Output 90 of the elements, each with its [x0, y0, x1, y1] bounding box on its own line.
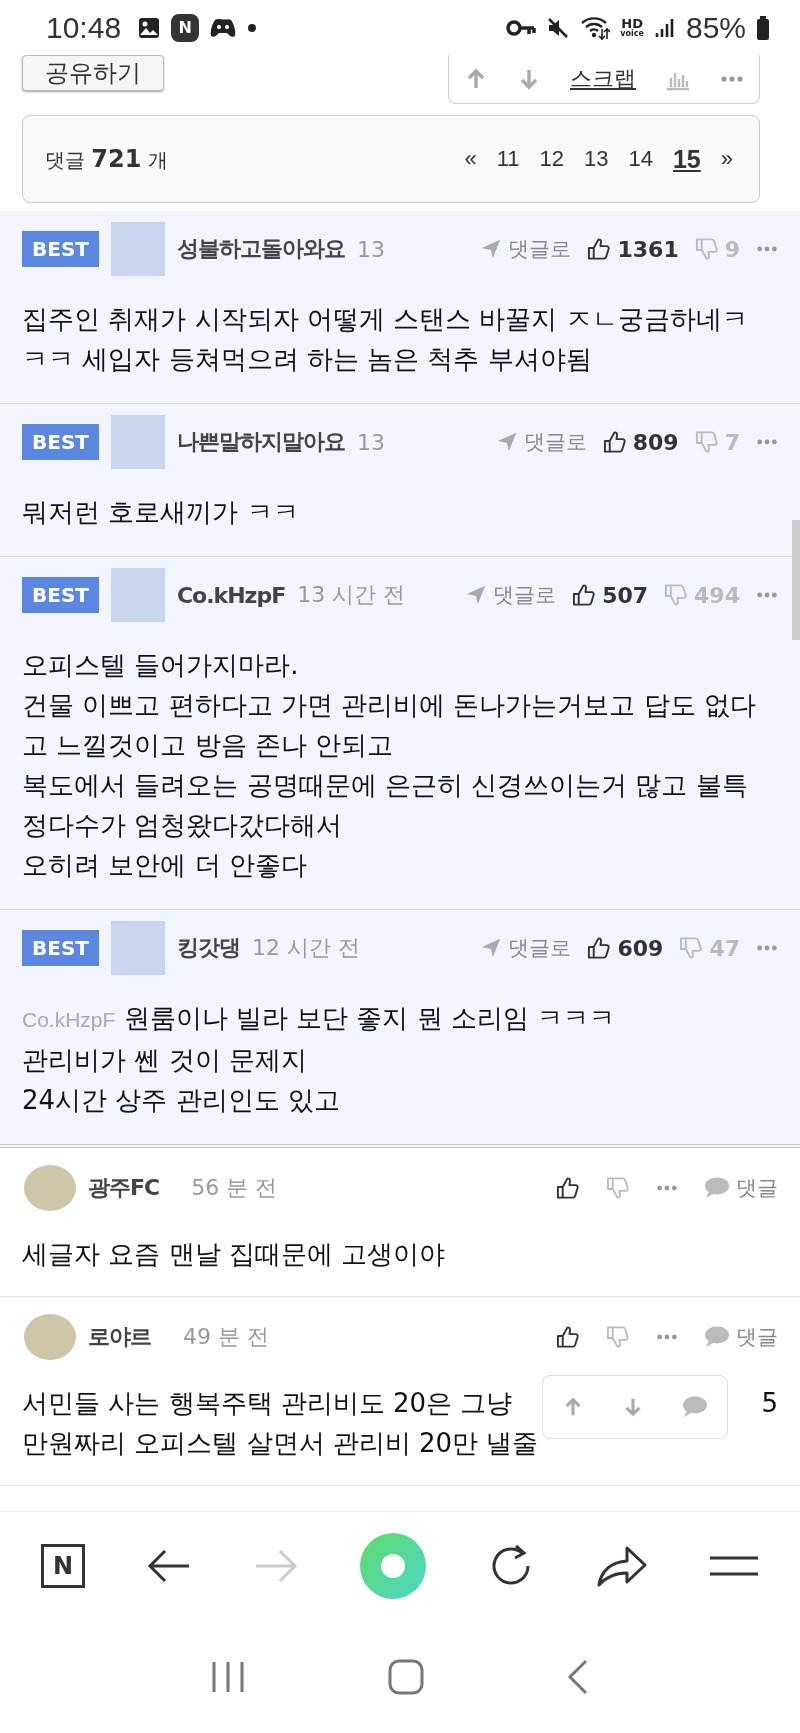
- thumbs-down-icon[interactable]: [694, 237, 719, 261]
- battery-level: 85%: [685, 10, 746, 45]
- battery-icon: [756, 15, 770, 40]
- comment-text: 집주인 취재가 시작되자 어떻게 스탠스 바꿀지 ㅈㄴ궁금하네ㅋ ㅋㅋ 세입자 등쳐먹으려 하는 놈은 척추 부셔야됨: [22, 303, 749, 376]
- comment-text: 세글자 요즘 맨날 집때문에 고생이야: [22, 1237, 446, 1271]
- timestamp: 13: [356, 429, 385, 455]
- recent-apps-icon[interactable]: [211, 1660, 246, 1693]
- reply-link[interactable]: 댓글: [736, 1323, 778, 1351]
- thumbs-down-icon[interactable]: [694, 430, 719, 454]
- thumbs-up-icon[interactable]: [556, 1176, 580, 1200]
- page-link[interactable]: »: [720, 146, 733, 172]
- app-badge: N: [171, 13, 200, 42]
- best-badge: BEST: [22, 231, 99, 267]
- hd-label: HD: [621, 17, 643, 30]
- comment-text: 서민들 사는 행복주택 관리비도 20은 그냥: [22, 1386, 513, 1420]
- page-link[interactable]: 15: [672, 144, 701, 174]
- voice-label: voice: [620, 30, 644, 38]
- thumbs-up-icon[interactable]: [556, 1325, 580, 1349]
- share-arrow-icon[interactable]: [596, 1545, 647, 1587]
- speech-bubble-icon[interactable]: [682, 1395, 708, 1419]
- share-button[interactable]: 공유하기: [22, 55, 164, 91]
- thumbs-down-icon[interactable]: [679, 936, 704, 960]
- dislike-count: 494: [694, 582, 740, 608]
- reply-link[interactable]: 댓글: [736, 1174, 778, 1202]
- avatar-placeholder: [110, 921, 165, 975]
- timestamp: 56 분 전: [191, 1174, 278, 1202]
- timestamp: 13 시간 전: [297, 581, 406, 609]
- username: 로야르: [88, 1323, 151, 1351]
- dislike-count: 47: [709, 935, 740, 961]
- menu-icon[interactable]: [708, 1554, 759, 1578]
- thumbs-down-icon[interactable]: [606, 1325, 630, 1349]
- page-link[interactable]: 11: [496, 146, 520, 172]
- comment-text: 오피스텔 들어가지마라. 건물 이쁘고 편하다고 가면 관리비에 돈나가는거보고 답도 없다 고 느낄것이고 방음 존나 안되고 복도에서 들려오는 공명때문에 은근히 신경쓰이는거 많고 불특 정다수가 엄청왔다갔다해서 오히려 보안에 더 안좋다: [22, 649, 757, 882]
- avatar-placeholder: [24, 1165, 76, 1211]
- clock: 10:48: [46, 10, 122, 45]
- key-icon: [506, 18, 537, 37]
- like-count: 1361: [617, 236, 679, 262]
- avatar-placeholder: [110, 568, 165, 622]
- image-icon: [137, 15, 162, 40]
- send-arrow-icon[interactable]: [480, 937, 503, 959]
- page-link[interactable]: 12: [539, 146, 564, 172]
- best-badge: BEST: [22, 424, 99, 460]
- notification-dot-icon: [247, 22, 258, 33]
- signal-icon: [653, 16, 676, 39]
- thumbs-down-icon[interactable]: [664, 583, 689, 607]
- username: 나쁜말하지말아요: [176, 428, 345, 456]
- username: Co.kHzpF: [176, 582, 286, 608]
- timestamp: 13: [356, 236, 385, 262]
- home-icon[interactable]: [388, 1658, 424, 1695]
- avatar-placeholder: [24, 1314, 76, 1360]
- wifi-icon: [580, 14, 611, 41]
- comment-count: 댓글 721 개: [45, 144, 168, 174]
- thumbs-up-icon[interactable]: [572, 583, 597, 607]
- speech-bubble-icon[interactable]: [704, 1325, 730, 1349]
- ring-button-icon[interactable]: [360, 1533, 426, 1599]
- mention-tag: Co.kHzpF: [22, 1008, 116, 1031]
- like-count: 507: [602, 582, 649, 608]
- dislike-count: 9: [724, 236, 740, 262]
- send-arrow-icon[interactable]: [465, 584, 488, 606]
- back-icon[interactable]: [566, 1658, 589, 1695]
- best-badge: BEST: [22, 930, 99, 966]
- avatar-placeholder: [110, 222, 165, 276]
- gamepad-icon: [209, 16, 238, 39]
- timestamp: 12 시간 전: [251, 934, 360, 962]
- comment-text: Co.kHzpF 원룸이나 빌라 보단 좋지 뭔 소리임 ㅋㅋㅋ 관리비가 쎈 것이 문제지 24시간 상주 관리인도 있고: [22, 1002, 617, 1117]
- speech-bubble-icon[interactable]: [704, 1176, 730, 1200]
- comment-text: 뭐저런 호로새끼가 ㅋㅋ: [22, 496, 300, 529]
- thumbs-up-icon[interactable]: [602, 430, 627, 454]
- page-link[interactable]: «: [464, 146, 477, 172]
- comment-text: 5: [761, 1388, 778, 1418]
- home-logo[interactable]: N: [41, 1544, 86, 1588]
- like-count: 609: [617, 935, 664, 961]
- thumbs-down-icon[interactable]: [606, 1176, 630, 1200]
- thumbs-up-icon[interactable]: [587, 936, 612, 960]
- back-arrow-icon[interactable]: [147, 1548, 192, 1584]
- page-link[interactable]: 14: [628, 146, 653, 172]
- page-link[interactable]: 13: [583, 146, 609, 172]
- scrap-link[interactable]: 스크랩: [569, 64, 636, 94]
- username: 광주FC: [88, 1174, 160, 1202]
- dislike-count: 7: [724, 429, 740, 455]
- timestamp: 49 분 전: [183, 1323, 269, 1351]
- avatar-placeholder: [110, 415, 165, 469]
- more-icon[interactable]: [720, 73, 745, 85]
- send-arrow-icon[interactable]: [480, 238, 503, 260]
- best-badge: BEST: [22, 577, 99, 613]
- comment-text: 만원짜리 오피스텔 살면서 관리비 20만 낼줄: [22, 1426, 539, 1460]
- username: 킹갓댕: [176, 934, 240, 962]
- username: 성불하고돌아와요: [176, 235, 345, 263]
- like-count: 809: [632, 429, 679, 455]
- thumbs-up-icon[interactable]: [587, 237, 612, 261]
